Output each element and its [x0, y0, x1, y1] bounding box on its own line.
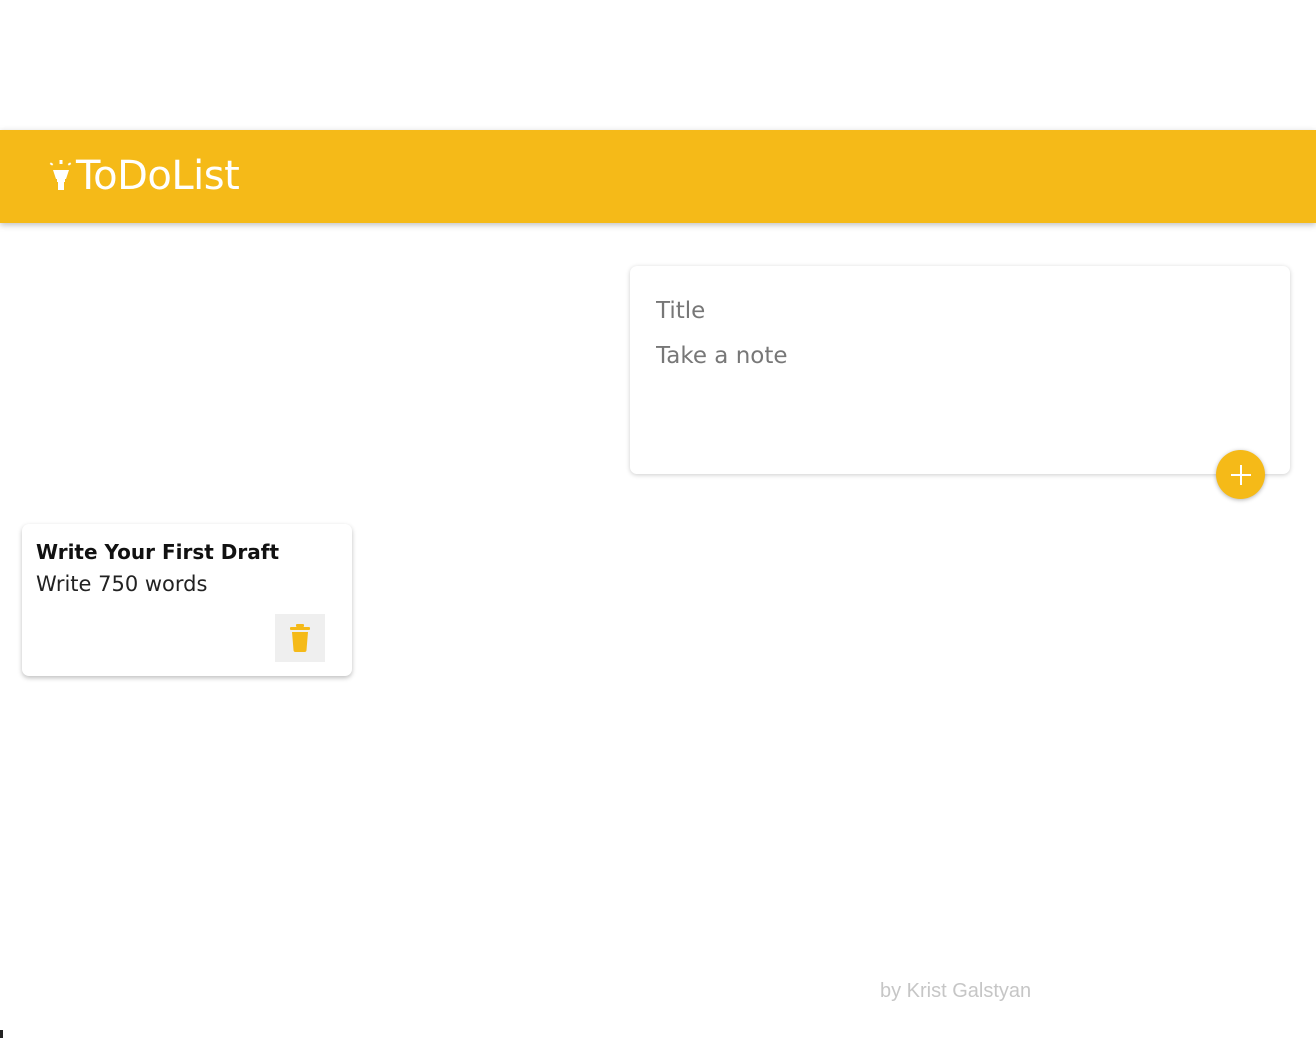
- note-composer: [630, 266, 1290, 474]
- note-input[interactable]: [656, 341, 1256, 431]
- brand: ToDoList: [48, 152, 240, 200]
- add-note-button[interactable]: [1216, 450, 1265, 499]
- plus-icon: [1230, 464, 1251, 485]
- note-title: Write Your First Draft: [36, 540, 279, 564]
- corner-mark: [0, 1030, 3, 1038]
- app-title: ToDoList: [76, 153, 240, 199]
- footer-credit: by Krist Galstyan: [880, 980, 1032, 1002]
- trash-icon: [290, 624, 310, 652]
- note-card: Write Your First Draft Write 750 words: [22, 524, 352, 676]
- lightbulb-icon: [49, 160, 72, 190]
- note-content: Write 750 words: [36, 572, 208, 596]
- page: ToDoList Write Your First Draft Write 75…: [0, 0, 1316, 1046]
- title-input[interactable]: [656, 296, 1256, 326]
- delete-note-button[interactable]: [275, 614, 325, 662]
